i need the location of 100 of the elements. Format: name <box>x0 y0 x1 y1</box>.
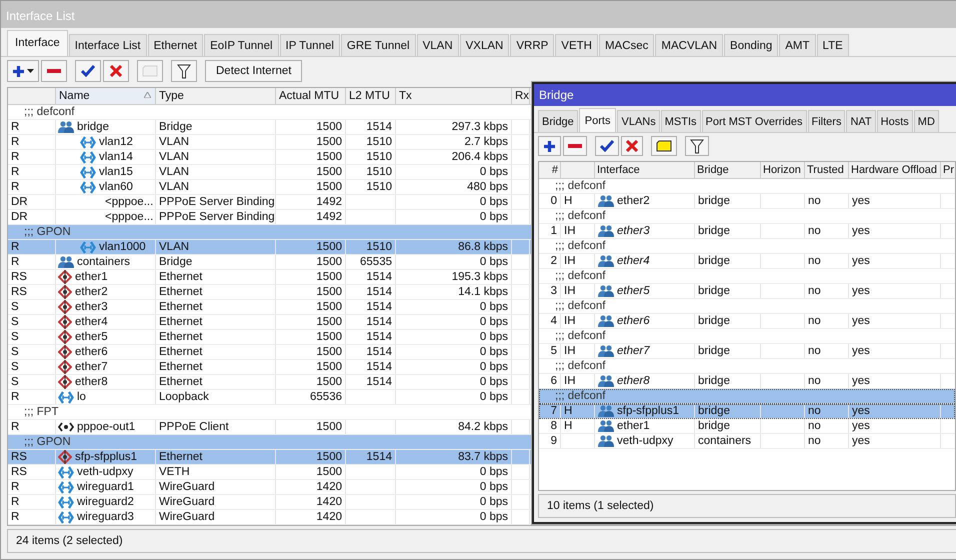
column-header[interactable]: L2 MTU <box>346 88 396 104</box>
disable-button[interactable] <box>621 136 643 156</box>
tab[interactable]: Filters <box>808 110 846 132</box>
tab[interactable]: GRE Tunnel <box>340 34 416 56</box>
tx-cell: 0 bps <box>396 345 512 359</box>
add-button[interactable] <box>7 60 39 82</box>
port-row[interactable]: 3 IH ether5 bridge no yes <box>539 284 955 299</box>
port-row[interactable]: 1 IH ether3 bridge no yes <box>539 224 955 239</box>
filter-button[interactable] <box>171 60 197 82</box>
port-row[interactable]: 7 H sfp-sfpplus1 bridge no yes <box>539 404 955 419</box>
enable-button[interactable] <box>75 60 101 82</box>
column-header[interactable]: Interface <box>595 162 695 178</box>
column-header[interactable]: # <box>539 162 561 178</box>
detect-internet-button[interactable]: Detect Internet <box>205 60 302 82</box>
flags-cell: R <box>8 120 56 134</box>
comment-row[interactable]: ;;; defconf <box>539 209 955 224</box>
type-cell: VLAN <box>156 240 276 254</box>
tab[interactable]: Port MST Overrides <box>702 110 807 132</box>
enable-button[interactable] <box>595 136 619 156</box>
port-row[interactable]: 0 H ether2 bridge no yes <box>539 194 955 209</box>
comment-row[interactable]: ;;; defconf <box>539 269 955 284</box>
tab[interactable]: Interface <box>7 30 68 56</box>
mtu-cell: 1500 <box>276 270 346 284</box>
port-row[interactable]: 4 IH ether6 bridge no yes <box>539 314 955 329</box>
trusted-cell: no <box>805 314 849 328</box>
interface-name: ether4 <box>75 315 108 329</box>
comment-row[interactable]: ;;; defconf <box>539 179 955 194</box>
tab[interactable]: EoIP Tunnel <box>204 34 279 56</box>
minus-icon <box>47 69 61 73</box>
l2-mtu-cell: 1510 <box>346 180 396 194</box>
status-bar: 24 items (2 selected) <box>7 529 956 553</box>
tx-cell: 0 bps <box>396 510 512 524</box>
port-row[interactable]: 2 IH ether4 bridge no yes <box>539 254 955 269</box>
tab[interactable]: IP Tunnel <box>280 34 340 56</box>
tab[interactable]: VRRP <box>510 34 554 56</box>
tab[interactable]: VXLAN <box>460 34 510 56</box>
interface-name: vlan12 <box>99 135 133 149</box>
tab[interactable]: MACsec <box>598 34 654 56</box>
comment-row[interactable]: ;;; defconf <box>539 389 955 404</box>
hardware-offload-cell: yes <box>849 374 941 388</box>
remove-button[interactable] <box>563 136 587 156</box>
column-header[interactable]: Rx <box>512 88 530 104</box>
tab[interactable]: MSTIs <box>660 110 701 132</box>
column-header[interactable]: Bridge <box>695 162 761 178</box>
type-cell: WireGuard <box>156 510 276 524</box>
number-cell: 2 <box>539 254 561 268</box>
tab[interactable]: Bridge <box>538 110 578 132</box>
tab[interactable]: VLAN <box>416 34 459 56</box>
column-header[interactable]: Tx <box>396 88 512 104</box>
comment-row[interactable]: ;;; defconf <box>539 359 955 374</box>
column-header[interactable]: Horizon <box>761 162 805 178</box>
disable-button[interactable] <box>103 60 129 82</box>
tab[interactable]: VLANs <box>617 110 660 132</box>
filter-button[interactable] <box>685 136 709 156</box>
add-button[interactable] <box>538 136 561 156</box>
column-label: Name <box>59 90 90 102</box>
column-header[interactable]: Actual MTU <box>276 88 346 104</box>
tx-cell: 0 bps <box>396 360 512 374</box>
tab[interactable]: MD <box>914 110 939 132</box>
tab[interactable]: VETH <box>555 34 598 56</box>
column-label: L2 MTU <box>349 90 390 102</box>
mtu-cell: 1420 <box>276 510 346 524</box>
interface-name: vlan15 <box>99 165 133 179</box>
tab[interactable]: AMT <box>779 34 816 56</box>
interface-name: ether6 <box>75 345 108 359</box>
trusted-cell: no <box>805 254 849 268</box>
port-row[interactable]: 9 veth-udpxy containers no yes <box>539 434 955 449</box>
port-row[interactable]: 8 H ether1 bridge no yes <box>539 419 955 434</box>
column-header[interactable]: Name <box>56 88 156 104</box>
tab[interactable]: Ports <box>578 108 616 132</box>
column-header[interactable]: Pr <box>941 162 956 178</box>
check-icon <box>600 140 614 152</box>
hardware-offload-cell: yes <box>849 434 941 448</box>
tab[interactable]: LTE <box>816 34 849 56</box>
tab[interactable]: MACVLAN <box>655 34 724 56</box>
comment-row[interactable]: ;;; defconf <box>539 329 955 344</box>
column-header[interactable]: Type <box>156 88 276 104</box>
port-row[interactable]: 5 IH ether7 bridge no yes <box>539 344 955 359</box>
trusted-cell: no <box>805 284 849 298</box>
column-header[interactable]: Trusted <box>805 162 849 178</box>
tab[interactable]: Hosts <box>876 110 913 132</box>
interface-name: <pppoe... <box>105 210 154 224</box>
remove-button[interactable] <box>41 60 67 82</box>
comment-row[interactable]: ;;; defconf <box>539 239 955 254</box>
tab[interactable]: Bonding <box>724 34 778 56</box>
number-cell: 7 <box>539 404 561 418</box>
tab[interactable]: Interface List <box>68 34 147 56</box>
column-header[interactable]: Hardware Offload <box>849 162 941 178</box>
comment-row[interactable]: ;;; defconf <box>539 299 955 314</box>
mtu-cell: 1500 <box>276 465 346 479</box>
number-cell: 5 <box>539 344 561 358</box>
tx-cell: 195.3 kbps <box>396 270 512 284</box>
comment-button[interactable] <box>651 136 677 156</box>
check-icon <box>81 65 95 77</box>
bridge-cell: bridge <box>695 419 761 433</box>
flags-cell: S <box>8 315 56 329</box>
arrows-icon <box>58 480 74 494</box>
tab[interactable]: NAT <box>846 110 876 132</box>
flags-cell: IH <box>561 374 595 388</box>
tab[interactable]: Ethernet <box>148 34 204 56</box>
